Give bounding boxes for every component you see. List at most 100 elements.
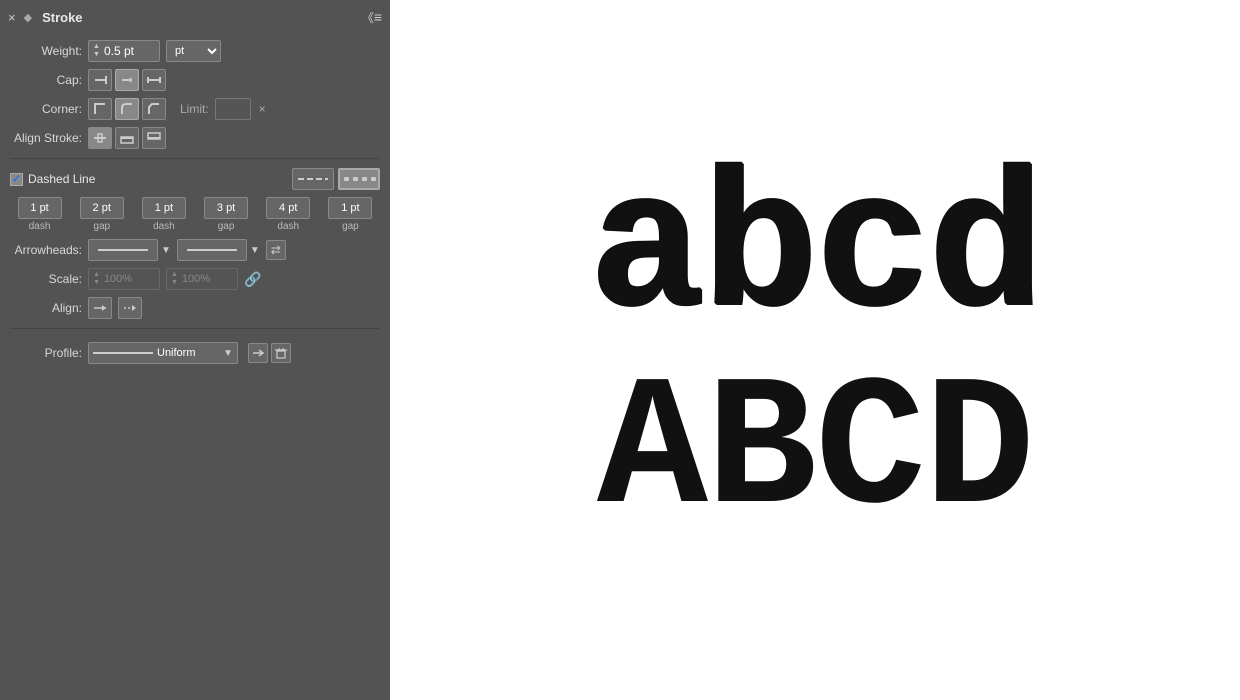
align-center-button[interactable] <box>88 127 112 149</box>
corner-label: Corner: <box>10 102 82 116</box>
dash-style-1-button[interactable] <box>292 168 334 190</box>
dash-sub-3: gap <box>218 221 235 232</box>
text-display: abcd ABCD <box>410 155 1220 545</box>
align-option-2-button[interactable] <box>118 297 142 319</box>
dash-input-2[interactable] <box>142 197 186 219</box>
weight-label: Weight: <box>10 44 82 58</box>
weight-unit-dropdown[interactable]: pt px in mm <box>166 40 221 62</box>
collapse-arrows[interactable]: 《 <box>362 9 374 26</box>
dash-input-0[interactable] <box>18 197 62 219</box>
swap-icon: ⇄ <box>271 243 281 257</box>
panel-dot: ◆ <box>24 11 32 24</box>
dashed-line-row: ✓ Dashed Line <box>10 168 380 190</box>
gap-input-3[interactable] <box>204 197 248 219</box>
scale-end-input[interactable]: ▲ ▼ 100% <box>166 268 238 290</box>
lowercase-text: abcd <box>589 155 1041 350</box>
cap-butt-button[interactable] <box>88 69 112 91</box>
corner-row: Corner: Limit: <box>10 98 380 120</box>
arrowhead-start-dropdown[interactable]: ▼ <box>161 245 171 256</box>
profile-dropdown-arrow[interactable]: ▼ <box>223 348 233 359</box>
divider-2 <box>10 328 380 329</box>
dash-input-4[interactable] <box>266 197 310 219</box>
dashed-label: Dashed Line <box>28 172 95 186</box>
profile-select[interactable]: Uniform ▼ <box>88 342 238 364</box>
cap-buttons <box>88 69 166 91</box>
dash-sub-5: gap <box>342 221 359 232</box>
gap-input-5[interactable] <box>328 197 372 219</box>
dashed-checkbox[interactable]: ✓ <box>10 173 23 186</box>
align-outside-button[interactable] <box>142 127 166 149</box>
dash-sub-2: dash <box>153 221 175 232</box>
corner-buttons <box>88 98 166 120</box>
limit-clear-button[interactable]: × <box>259 102 266 116</box>
spinner-arrows[interactable]: ▲ ▼ <box>93 43 100 58</box>
profile-value: Uniform <box>157 347 196 359</box>
arrowheads-row: Arrowheads: ▼ ▼ ⇄ <box>10 239 380 261</box>
scale-label: Scale: <box>10 272 82 286</box>
scale-start-input[interactable]: ▲ ▼ 100% <box>88 268 160 290</box>
profile-extra-buttons <box>248 343 291 363</box>
weight-input[interactable]: ▲ ▼ 0.5 pt <box>88 40 160 62</box>
arrowhead-end-wrap: ▼ <box>177 239 260 261</box>
dash-sub-4: dash <box>277 221 299 232</box>
align-stroke-label: Align Stroke: <box>10 131 82 145</box>
cap-square-button[interactable] <box>142 69 166 91</box>
dash-style-buttons <box>292 168 380 190</box>
stroke-panel: × ◆ Stroke 《 ≡ Weight: ▲ ▼ 0.5 pt pt px … <box>0 0 390 700</box>
dashed-checkbox-wrap[interactable]: ✓ Dashed Line <box>10 172 95 186</box>
align-stroke-row: Align Stroke: <box>10 127 380 149</box>
panel-body: Weight: ▲ ▼ 0.5 pt pt px in mm Cap: <box>0 32 390 372</box>
weight-row: Weight: ▲ ▼ 0.5 pt pt px in mm <box>10 40 380 62</box>
corner-round-button[interactable] <box>115 98 139 120</box>
uppercase-text: ABCD <box>597 360 1033 545</box>
canvas: abcd ABCD <box>390 0 1240 700</box>
dash-sub-1: gap <box>93 221 110 232</box>
profile-row: Profile: Uniform ▼ <box>10 342 380 364</box>
dash-gap-grid: dash gap dash gap dash gap <box>10 197 380 232</box>
divider-1 <box>10 158 380 159</box>
arrow-end-line <box>187 249 237 251</box>
arrowhead-swap-button[interactable]: ⇄ <box>266 240 286 260</box>
scale-start-spinner[interactable]: ▲ ▼ <box>93 271 100 286</box>
limit-input[interactable] <box>215 98 251 120</box>
dash-gap-cell-2: dash <box>134 197 193 232</box>
profile-delete-button[interactable] <box>271 343 291 363</box>
limit-label: Limit: <box>180 102 209 116</box>
profile-line-preview <box>93 352 153 354</box>
align-stroke-buttons <box>88 127 166 149</box>
dash-gap-cell-4: dash <box>259 197 318 232</box>
align-label: Align: <box>10 301 82 315</box>
cap-row: Cap: <box>10 69 380 91</box>
arrowhead-start-wrap: ▼ <box>88 239 171 261</box>
arrowheads-label: Arrowheads: <box>10 243 82 257</box>
cap-round-button[interactable] <box>115 69 139 91</box>
corner-miter-button[interactable] <box>88 98 112 120</box>
panel-titlebar-left: × ◆ Stroke <box>8 10 83 25</box>
link-icon[interactable]: 🔗 <box>244 271 261 288</box>
arrowhead-start-select[interactable] <box>88 239 158 261</box>
weight-value: 0.5 pt <box>104 44 155 58</box>
scale-end-value: 100% <box>182 273 233 285</box>
gap-input-1[interactable] <box>80 197 124 219</box>
dash-gap-cell-1: gap <box>72 197 131 232</box>
profile-label: Profile: <box>10 346 82 360</box>
dash-style-2-button[interactable] <box>338 168 380 190</box>
corner-bevel-button[interactable] <box>142 98 166 120</box>
align-row: Align: <box>10 297 380 319</box>
scale-end-spinner[interactable]: ▲ ▼ <box>171 271 178 286</box>
arrowhead-end-select[interactable] <box>177 239 247 261</box>
scale-row: Scale: ▲ ▼ 100% ▲ ▼ 100% 🔗 <box>10 268 380 290</box>
panel-titlebar: × ◆ Stroke 《 ≡ <box>0 0 390 32</box>
dash-sub-0: dash <box>29 221 51 232</box>
arrow-start-line <box>98 249 148 251</box>
profile-flip-button[interactable] <box>248 343 268 363</box>
align-option-1-button[interactable] <box>88 297 112 319</box>
scale-start-value: 100% <box>104 273 155 285</box>
dash-gap-cell-5: gap <box>321 197 380 232</box>
panel-menu-icon[interactable]: ≡ <box>374 9 382 25</box>
close-button[interactable]: × <box>8 11 16 24</box>
dash-gap-cell-0: dash <box>10 197 69 232</box>
align-inside-button[interactable] <box>115 127 139 149</box>
checkbox-check: ✓ <box>12 174 20 185</box>
arrowhead-end-dropdown[interactable]: ▼ <box>250 245 260 256</box>
